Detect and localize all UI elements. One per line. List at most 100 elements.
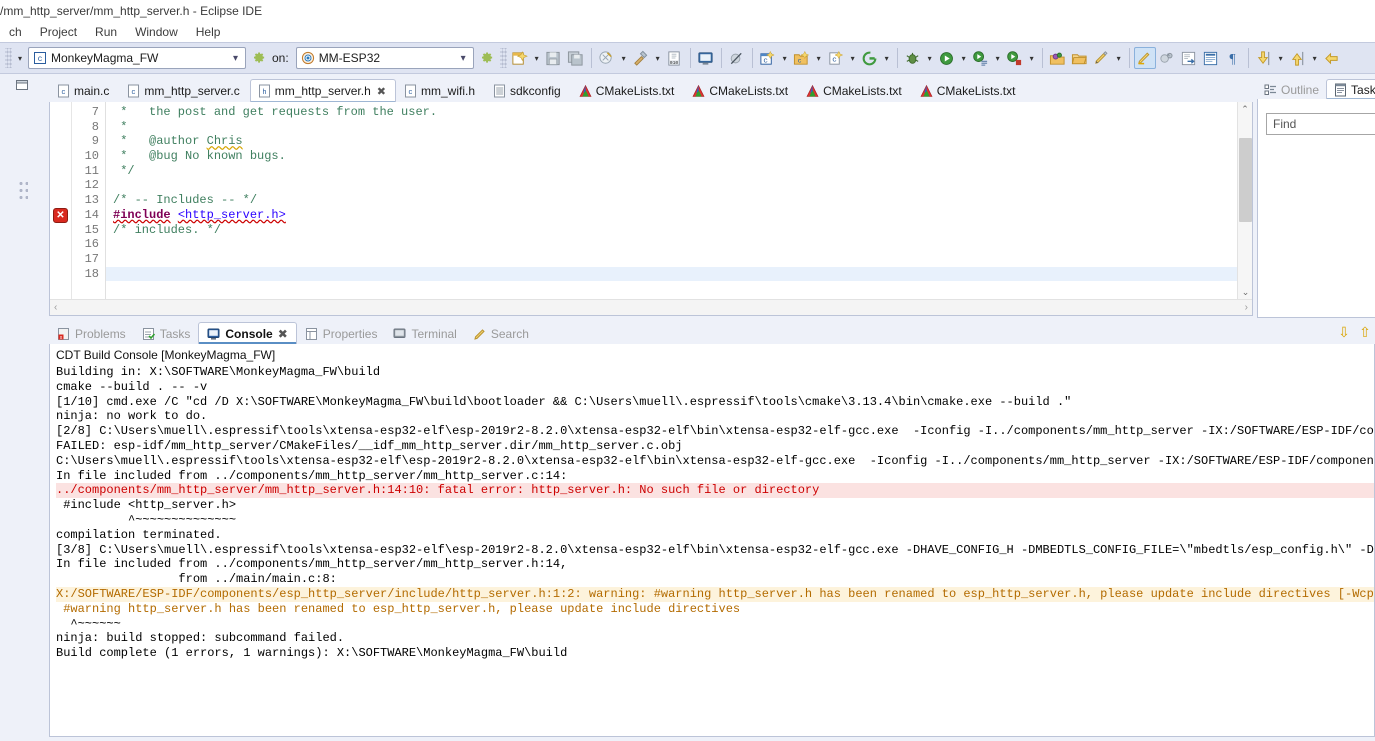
- chevron-down-icon[interactable]: ▾: [456, 53, 471, 64]
- search-package-icon[interactable]: [1047, 47, 1069, 69]
- editor-tab-main-c-0[interactable]: c main.c: [49, 79, 119, 103]
- build-hammer-icon[interactable]: [630, 47, 652, 69]
- error-marker-icon[interactable]: ✕: [53, 207, 68, 223]
- editor-tab-sdkconfig-4[interactable]: sdkconfig: [485, 79, 571, 103]
- scroll-down-arrow-icon[interactable]: ⌄: [1238, 285, 1252, 299]
- right-tab-outline[interactable]: Outline: [1257, 79, 1326, 100]
- close-icon[interactable]: ✖: [377, 85, 386, 98]
- editor-tab-cmakelists-txt-7[interactable]: CMakeLists.txt: [798, 79, 912, 103]
- editor-tab-cmakelists-txt-8[interactable]: CMakeLists.txt: [912, 79, 1026, 103]
- bottom-tab-console[interactable]: Console ✖: [198, 322, 297, 345]
- save-icon[interactable]: [543, 47, 565, 69]
- bottom-tab-problems[interactable]: x Problems: [49, 322, 134, 345]
- menu-item-project[interactable]: Project: [31, 24, 86, 40]
- marker-highlight-icon[interactable]: [1133, 47, 1156, 69]
- chevron-down-icon[interactable]: ▾: [228, 53, 243, 64]
- new-c-folder-icon[interactable]: c: [791, 47, 813, 69]
- editor-horizontal-scrollbar[interactable]: ‹ ›: [50, 299, 1252, 315]
- target-settings-gear-icon[interactable]: [479, 50, 495, 66]
- toolbar-grip[interactable]: [5, 48, 12, 68]
- editor-tab-cmakelists-txt-6[interactable]: CMakeLists.txt: [684, 79, 798, 103]
- restore-view-icon[interactable]: [0, 74, 44, 96]
- new-dropdown[interactable]: ▾: [531, 47, 543, 69]
- project-settings-gear-icon[interactable]: [251, 50, 267, 66]
- open-declaration-icon[interactable]: [1178, 47, 1200, 69]
- new-c-file-icon[interactable]: c: [825, 47, 847, 69]
- save-all-icon[interactable]: [565, 47, 587, 69]
- console-output[interactable]: Building in: X:\SOFTWARE\MonkeyMagma_FW\…: [50, 365, 1374, 661]
- launch-history-dropdown[interactable]: ▾: [14, 47, 26, 69]
- build-clean-icon[interactable]: [596, 47, 618, 69]
- new-c-folder-dropdown[interactable]: ▾: [813, 47, 825, 69]
- show-source-icon[interactable]: [1200, 47, 1222, 69]
- next-annotation-dropdown[interactable]: ▾: [1275, 47, 1287, 69]
- debug-dropdown[interactable]: ▾: [924, 47, 936, 69]
- code-line[interactable]: [106, 237, 1252, 252]
- right-tab-task-l[interactable]: Task L: [1326, 79, 1375, 100]
- target-combo[interactable]: MM-ESP32 ▾: [295, 47, 474, 69]
- console-view[interactable]: CDT Build Console [MonkeyMagma_FW] Build…: [49, 344, 1375, 737]
- code-line[interactable]: [106, 178, 1252, 193]
- menu-item-help[interactable]: Help: [187, 24, 230, 40]
- hscroll-right-arrow-icon[interactable]: ›: [1245, 302, 1248, 313]
- run-dropdown[interactable]: ▾: [958, 47, 970, 69]
- console-monitor-icon[interactable]: [695, 47, 717, 69]
- bottom-tab-search[interactable]: Search: [465, 322, 537, 345]
- editor-tab-mm_http_server-h-2[interactable]: h mm_http_server.h ✖: [249, 79, 396, 103]
- scroll-lock-up-icon[interactable]: ⇧: [1355, 323, 1375, 343]
- editor-tab-mm_wifi-h-3[interactable]: c mm_wifi.h: [396, 79, 485, 103]
- new-c-project-dropdown[interactable]: ▾: [779, 47, 791, 69]
- code-line[interactable]: /* includes. */: [106, 223, 1252, 238]
- code-line[interactable]: *: [106, 120, 1252, 135]
- scroll-up-arrow-icon[interactable]: ⌃: [1238, 102, 1252, 116]
- run-last-tool-dropdown[interactable]: ▾: [992, 47, 1004, 69]
- previous-annotation-icon[interactable]: [1287, 47, 1309, 69]
- debug-bug-icon[interactable]: [902, 47, 924, 69]
- editor-tab-mm_http_server-c-1[interactable]: c mm_http_server.c: [119, 79, 249, 103]
- pilcrow-icon[interactable]: ¶: [1222, 47, 1244, 69]
- new-c-file-dropdown[interactable]: ▾: [847, 47, 859, 69]
- code-line[interactable]: /* -- Includes -- */: [106, 193, 1252, 208]
- code-line[interactable]: * @bug No known bugs.: [106, 149, 1252, 164]
- menu-item-window[interactable]: Window: [126, 24, 187, 40]
- run-play-icon[interactable]: [936, 47, 958, 69]
- project-explorer-vertical-tab[interactable]: [18, 180, 28, 202]
- back-icon[interactable]: [1321, 47, 1343, 69]
- pencil-edit-icon[interactable]: [1091, 47, 1113, 69]
- code-line[interactable]: [106, 252, 1252, 267]
- skip-breakpoints-icon[interactable]: [726, 47, 748, 69]
- binary-010-icon[interactable]: 010: [664, 47, 686, 69]
- task-find-input[interactable]: Find: [1266, 113, 1375, 135]
- menu-item-ch[interactable]: ch: [0, 24, 31, 40]
- bottom-tab-tasks[interactable]: Tasks: [134, 322, 199, 345]
- active-project-combo[interactable]: c MonkeyMagma_FW ▾: [28, 47, 246, 69]
- bottom-tab-terminal[interactable]: Terminal: [385, 322, 464, 345]
- editor-scroll-thumb[interactable]: [1239, 138, 1252, 222]
- pencil-edit-dropdown[interactable]: ▾: [1113, 47, 1125, 69]
- new-icon[interactable]: [509, 47, 531, 69]
- build-clean-dropdown[interactable]: ▾: [618, 47, 630, 69]
- menu-item-run[interactable]: Run: [86, 24, 126, 40]
- run-last-tool-icon[interactable]: [970, 47, 992, 69]
- next-annotation-icon[interactable]: [1253, 47, 1275, 69]
- code-line[interactable]: * @author Chris: [106, 134, 1252, 149]
- editor-tab-cmakelists-txt-5[interactable]: CMakeLists.txt: [571, 79, 685, 103]
- code-area[interactable]: * the post and get requests from the use…: [106, 102, 1252, 299]
- git-dropdown[interactable]: ▾: [881, 47, 893, 69]
- marker-ruler[interactable]: ✕: [50, 102, 72, 299]
- open-folder-icon[interactable]: [1069, 47, 1091, 69]
- git-icon[interactable]: [859, 47, 881, 69]
- code-line[interactable]: * the post and get requests from the use…: [106, 105, 1252, 120]
- toggle-mark-occurrences-icon[interactable]: [1156, 47, 1178, 69]
- debug-last-dropdown[interactable]: ▾: [1026, 47, 1038, 69]
- build-hammer-dropdown[interactable]: ▾: [652, 47, 664, 69]
- toolbar-grip-2[interactable]: [499, 48, 507, 68]
- code-line[interactable]: [106, 266, 1252, 282]
- previous-annotation-dropdown[interactable]: ▾: [1309, 47, 1321, 69]
- code-line[interactable]: #include <http_server.h>: [106, 208, 1252, 223]
- bottom-tab-properties[interactable]: Properties: [297, 322, 386, 345]
- hscroll-left-arrow-icon[interactable]: ‹: [54, 302, 57, 313]
- editor-vertical-scrollbar[interactable]: ⌃ ⌄: [1237, 102, 1252, 299]
- debug-last-icon[interactable]: [1004, 47, 1026, 69]
- code-line[interactable]: */: [106, 164, 1252, 179]
